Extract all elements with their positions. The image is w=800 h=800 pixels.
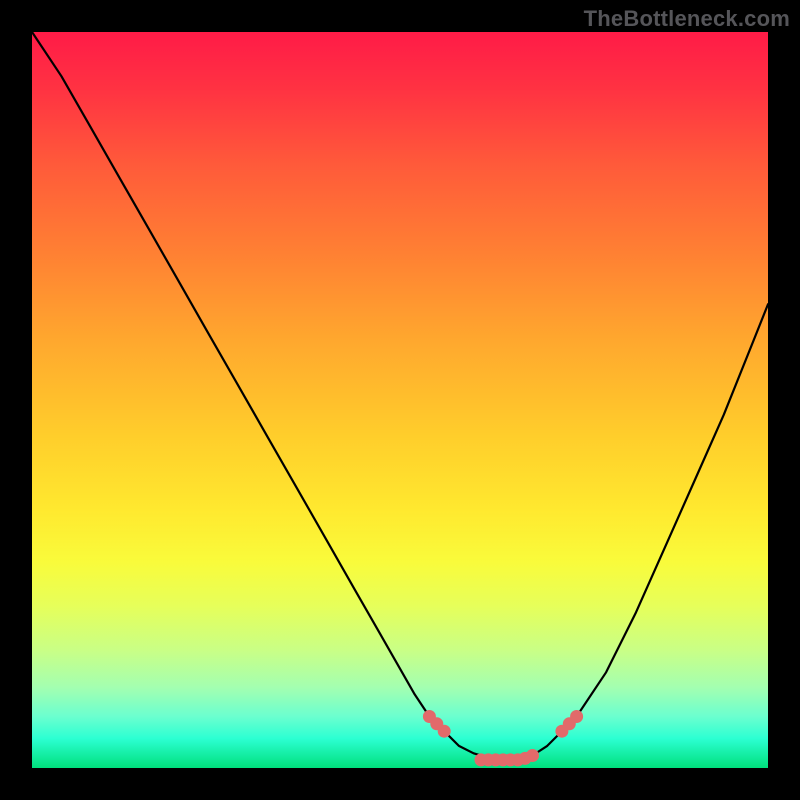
chart-svg: [32, 32, 768, 768]
plot-area: [32, 32, 768, 768]
watermark-text: TheBottleneck.com: [584, 6, 790, 32]
marker-group: [423, 710, 583, 766]
chart-stage: TheBottleneck.com: [0, 0, 800, 800]
marker-dot: [570, 710, 583, 723]
marker-dot: [526, 749, 539, 762]
marker-dot: [438, 725, 451, 738]
curve-line: [32, 32, 768, 760]
